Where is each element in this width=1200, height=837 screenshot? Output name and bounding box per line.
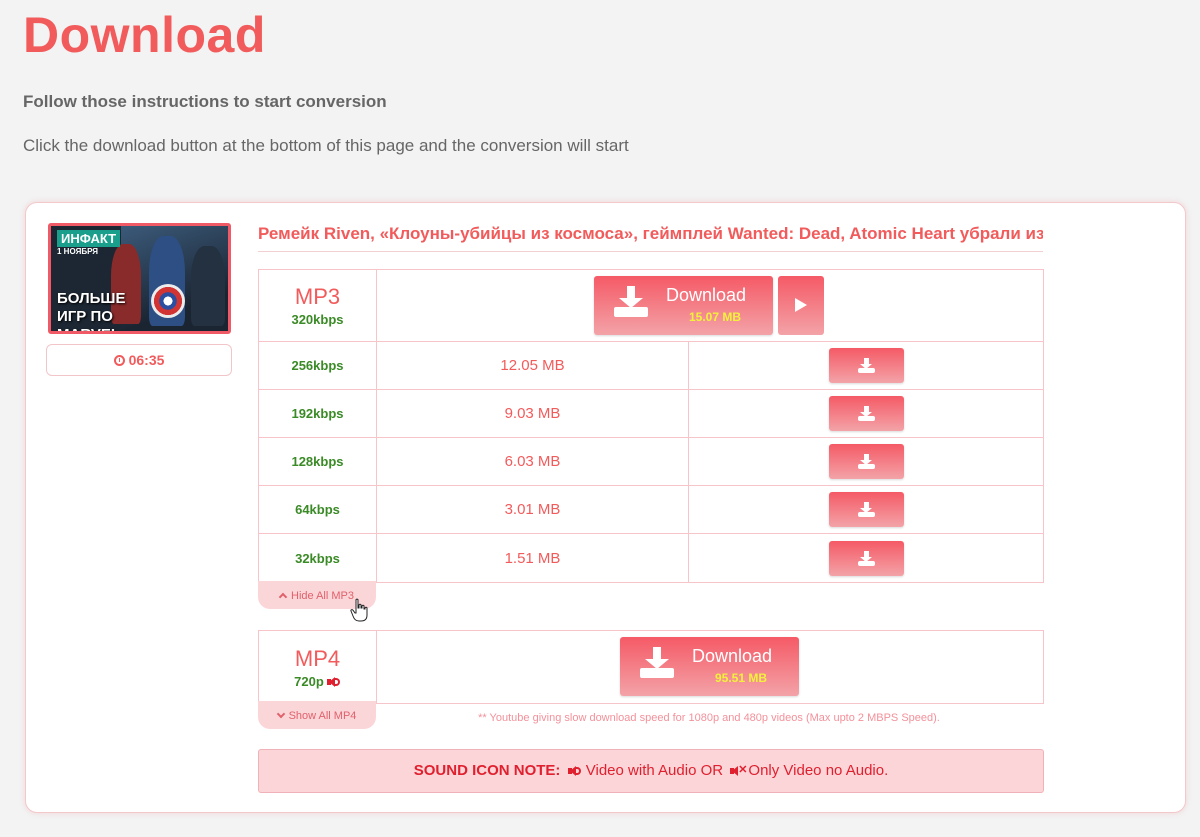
download-cell — [689, 438, 1043, 485]
download-button[interactable] — [828, 348, 904, 383]
toggle-label: Show All MP4 — [288, 710, 357, 722]
download-button[interactable] — [828, 444, 904, 479]
mute-icon: ✕ — [730, 764, 747, 776]
mp3-download-button[interactable]: Download 15.07 MB — [594, 276, 773, 335]
play-icon — [795, 298, 807, 312]
mp4-format-cell: MP4 720p — [259, 631, 377, 703]
duration-badge: 06:35 — [46, 344, 232, 376]
size-cell: 9.03 MB — [377, 390, 689, 437]
quality-cell: 192kbps — [259, 390, 377, 437]
mp4-download-size: 95.51 MB — [715, 671, 768, 685]
mp4-main-actions: Download 95.51 MB — [377, 631, 1043, 703]
download-icon — [857, 406, 875, 421]
page-title: Download — [23, 7, 266, 63]
volume-icon — [567, 766, 582, 776]
thumbnail-overlay-text: БОЛЬШЕ ИГР ПО MARVEL — [57, 290, 126, 331]
clock-icon — [113, 355, 125, 366]
mp3-format-label: MP3 — [294, 284, 341, 309]
show-all-mp4-toggle[interactable]: Show All MP4 — [258, 701, 376, 729]
quality-cell: 32kbps — [259, 534, 377, 582]
download-button[interactable] — [828, 540, 904, 576]
mp3-quality-row: 64kbps 3.01 MB — [259, 486, 1043, 534]
sound-no-audio-text: Only Video no Audio. — [748, 762, 889, 779]
mp3-main-quality: 320kbps — [291, 312, 344, 327]
mp3-main-actions: Download 15.07 MB — [377, 270, 1043, 341]
quality-value: 256kbps — [291, 358, 344, 373]
volume-icon — [326, 677, 341, 687]
sound-with-audio-text: Video with Audio OR — [585, 762, 724, 779]
duration-value: 06:35 — [128, 352, 165, 368]
instructions-heading: Follow those instructions to start conve… — [23, 92, 387, 111]
youtube-speed-note: ** Youtube giving slow download speed fo… — [478, 712, 940, 724]
thumbnail-badge: ИНФАКТ — [57, 230, 121, 247]
toggle-label: Hide All MP3 — [291, 590, 354, 602]
download-button[interactable] — [828, 492, 904, 527]
mp4-format-label: MP4 — [294, 645, 341, 671]
mp4-main-row: MP4 720p Download 95.51 MB — [259, 631, 1043, 703]
sound-icon-note: SOUND ICON NOTE: Video with Audio OR ✕ O… — [258, 749, 1044, 793]
download-icon — [857, 454, 875, 469]
mp3-quality-row: 192kbps 9.03 MB — [259, 390, 1043, 438]
size-cell: 1.51 MB — [377, 534, 689, 582]
mp3-quality-row: 32kbps 1.51 MB — [259, 534, 1043, 582]
instructions-text: Click the download button at the bottom … — [23, 136, 629, 155]
play-preview-button[interactable] — [778, 276, 824, 335]
mp3-main-row: MP3 320kbps Download 15.07 MB — [259, 270, 1043, 342]
download-icon — [614, 286, 648, 320]
mp4-download-label: Download — [692, 646, 773, 666]
quality-value: 32kbps — [295, 550, 340, 566]
quality-cell: 128kbps — [259, 438, 377, 485]
mp4-download-button[interactable]: Download 95.51 MB — [620, 637, 799, 696]
download-cell — [689, 486, 1043, 533]
mp3-quality-row: 128kbps 6.03 MB — [259, 438, 1043, 486]
mp3-table: MP3 320kbps Download 15.07 MB 256kbps 12… — [258, 269, 1044, 583]
download-cell — [689, 534, 1043, 582]
shield-graphic — [151, 284, 185, 318]
mp4-main-quality: 720p — [294, 673, 324, 689]
mp3-format-cell: MP3 320kbps — [259, 270, 377, 341]
chevron-down-icon — [276, 709, 285, 719]
download-icon — [640, 647, 674, 681]
size-cell: 12.05 MB — [377, 342, 689, 389]
download-icon — [857, 358, 875, 373]
thumbnail-figure — [191, 246, 225, 326]
video-thumbnail[interactable]: ИНФАКТ 1 НОЯБРЯ БОЛЬШЕ ИГР ПО MARVEL — [48, 223, 231, 334]
mp4-table: MP4 720p Download 95.51 MB — [258, 630, 1044, 704]
sound-note-label: SOUND ICON NOTE: — [413, 762, 561, 779]
quality-value: 128kbps — [291, 454, 344, 469]
hand-cursor-icon — [350, 598, 368, 622]
quality-cell: 64kbps — [259, 486, 377, 533]
quality-value: 192kbps — [291, 406, 344, 421]
quality-cell: 256kbps — [259, 342, 377, 389]
download-cell — [689, 342, 1043, 389]
download-button[interactable] — [828, 396, 904, 431]
mp3-download-size: 15.07 MB — [689, 310, 742, 324]
chevron-up-icon — [278, 592, 288, 602]
mp3-quality-row: 256kbps 12.05 MB — [259, 342, 1043, 390]
download-icon — [857, 502, 875, 517]
mp3-download-label: Download — [666, 285, 747, 305]
mp4-quality-wrap: 720p — [294, 674, 341, 689]
conversion-card: ИНФАКТ 1 НОЯБРЯ БОЛЬШЕ ИГР ПО MARVEL 06:… — [25, 202, 1186, 813]
thumbnail-badge-sub: 1 НОЯБРЯ — [57, 247, 98, 256]
download-icon — [857, 550, 875, 566]
video-title: Ремейк Riven, «Клоуны-убийцы из космоса»… — [258, 224, 1043, 252]
quality-value: 64kbps — [295, 502, 340, 517]
size-cell: 3.01 MB — [377, 486, 689, 533]
size-cell: 6.03 MB — [377, 438, 689, 485]
download-cell — [689, 390, 1043, 437]
